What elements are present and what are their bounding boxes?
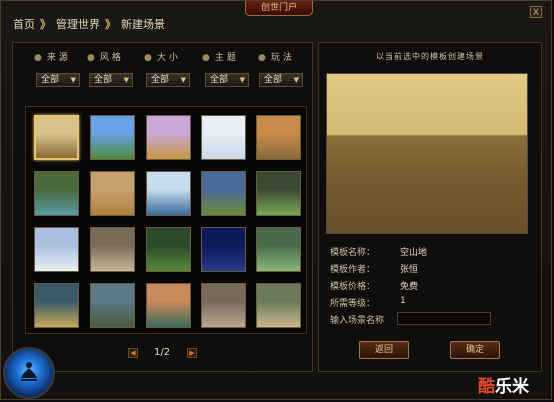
template-thumbnail[interactable] — [34, 171, 79, 216]
site-watermark: 酷乐米 — [478, 377, 529, 397]
filter-select-gameplay[interactable]: 全部 ▼ — [259, 73, 303, 87]
chevron-down-icon: ▼ — [239, 76, 245, 84]
preview-caption: 以当前选中的模板创建场景 — [376, 52, 484, 61]
scene-preview-image — [326, 73, 528, 234]
filter-select-size[interactable]: 全部 ▼ — [146, 73, 190, 87]
breadcrumb-separator: 》 — [40, 18, 51, 31]
scene-name-input[interactable] — [397, 312, 491, 325]
bullet-icon: ● — [202, 53, 210, 63]
confirm-button[interactable]: 确定 — [450, 341, 500, 359]
bullet-icon: ● — [34, 53, 42, 63]
breadcrumb: 首页》管理世界》新建场景 — [13, 16, 165, 32]
template-name-value: 空山地 — [400, 248, 428, 258]
filter-label-size: ● 大小 — [144, 53, 181, 63]
template-thumbnail[interactable] — [34, 227, 79, 272]
template-thumbnail[interactable] — [256, 283, 301, 328]
breadcrumb-separator: 》 — [105, 18, 116, 31]
required-level-label: 所需等级： — [330, 299, 376, 309]
breadcrumb-current: 新建场景 — [121, 18, 165, 31]
main-menu-orb-button[interactable] — [3, 347, 55, 399]
template-price-label: 模板价格： — [330, 282, 376, 292]
template-thumbnail[interactable] — [90, 171, 135, 216]
filter-select-source[interactable]: 全部 ▼ — [36, 73, 80, 87]
filter-labels: ● 来源 ● 风格 ● 大小 ● 主题 ● 玩法 — [24, 50, 304, 64]
filter-label-style: ● 风格 — [87, 53, 124, 63]
breadcrumb-home[interactable]: 首页 — [13, 16, 35, 32]
template-thumbnail[interactable] — [34, 283, 79, 328]
scene-name-label: 输入场景名称 — [330, 316, 385, 326]
template-thumbnail[interactable] — [90, 283, 135, 328]
template-author-label: 模板作者： — [330, 265, 376, 275]
filter-label-source: ● 来源 — [34, 53, 71, 63]
close-button[interactable]: X — [530, 6, 542, 18]
template-thumbnail[interactable] — [201, 171, 246, 216]
template-thumbnail[interactable] — [34, 115, 79, 160]
template-thumbnail[interactable] — [146, 283, 191, 328]
template-thumbnail[interactable] — [256, 171, 301, 216]
template-thumbnail[interactable] — [201, 115, 246, 160]
filter-select-style[interactable]: 全部 ▼ — [89, 73, 133, 87]
template-thumbnail[interactable] — [256, 115, 301, 160]
template-thumbnail[interactable] — [201, 227, 246, 272]
template-name-label: 模板名称： — [330, 248, 376, 258]
required-level-value: 1 — [400, 296, 406, 306]
bullet-icon: ● — [144, 53, 152, 63]
chevron-down-icon: ▼ — [70, 76, 76, 84]
back-button[interactable]: 返回 — [359, 341, 409, 359]
next-page-button[interactable]: ▶ — [187, 348, 197, 358]
template-thumbnail[interactable] — [90, 115, 135, 160]
bullet-icon: ● — [87, 53, 95, 63]
template-thumbnail[interactable] — [146, 227, 191, 272]
chevron-down-icon: ▼ — [180, 76, 186, 84]
filter-select-theme[interactable]: 全部 ▼ — [205, 73, 249, 87]
bullet-icon: ● — [258, 53, 266, 63]
filter-label-theme: ● 主题 — [202, 53, 239, 63]
window-title: 创世门户 — [245, 1, 313, 16]
filter-label-gameplay: ● 玩法 — [258, 53, 295, 63]
breadcrumb-manage-world[interactable]: 管理世界 — [56, 16, 100, 32]
template-thumbnail[interactable] — [256, 227, 301, 272]
template-author-value: 张恒 — [400, 265, 419, 275]
meditating-figure-icon — [19, 361, 39, 383]
template-thumbnail[interactable] — [90, 227, 135, 272]
pagination: ◀ 1/2 ▶ — [128, 347, 198, 360]
prev-page-button[interactable]: ◀ — [128, 348, 138, 358]
template-thumbnail[interactable] — [146, 115, 191, 160]
chevron-down-icon: ▼ — [123, 76, 129, 84]
template-thumbnail[interactable] — [146, 171, 191, 216]
page-indicator: 1/2 — [154, 347, 171, 358]
chevron-down-icon: ▼ — [293, 76, 299, 84]
template-price-value: 免费 — [400, 282, 419, 292]
template-thumbnail[interactable] — [201, 283, 246, 328]
